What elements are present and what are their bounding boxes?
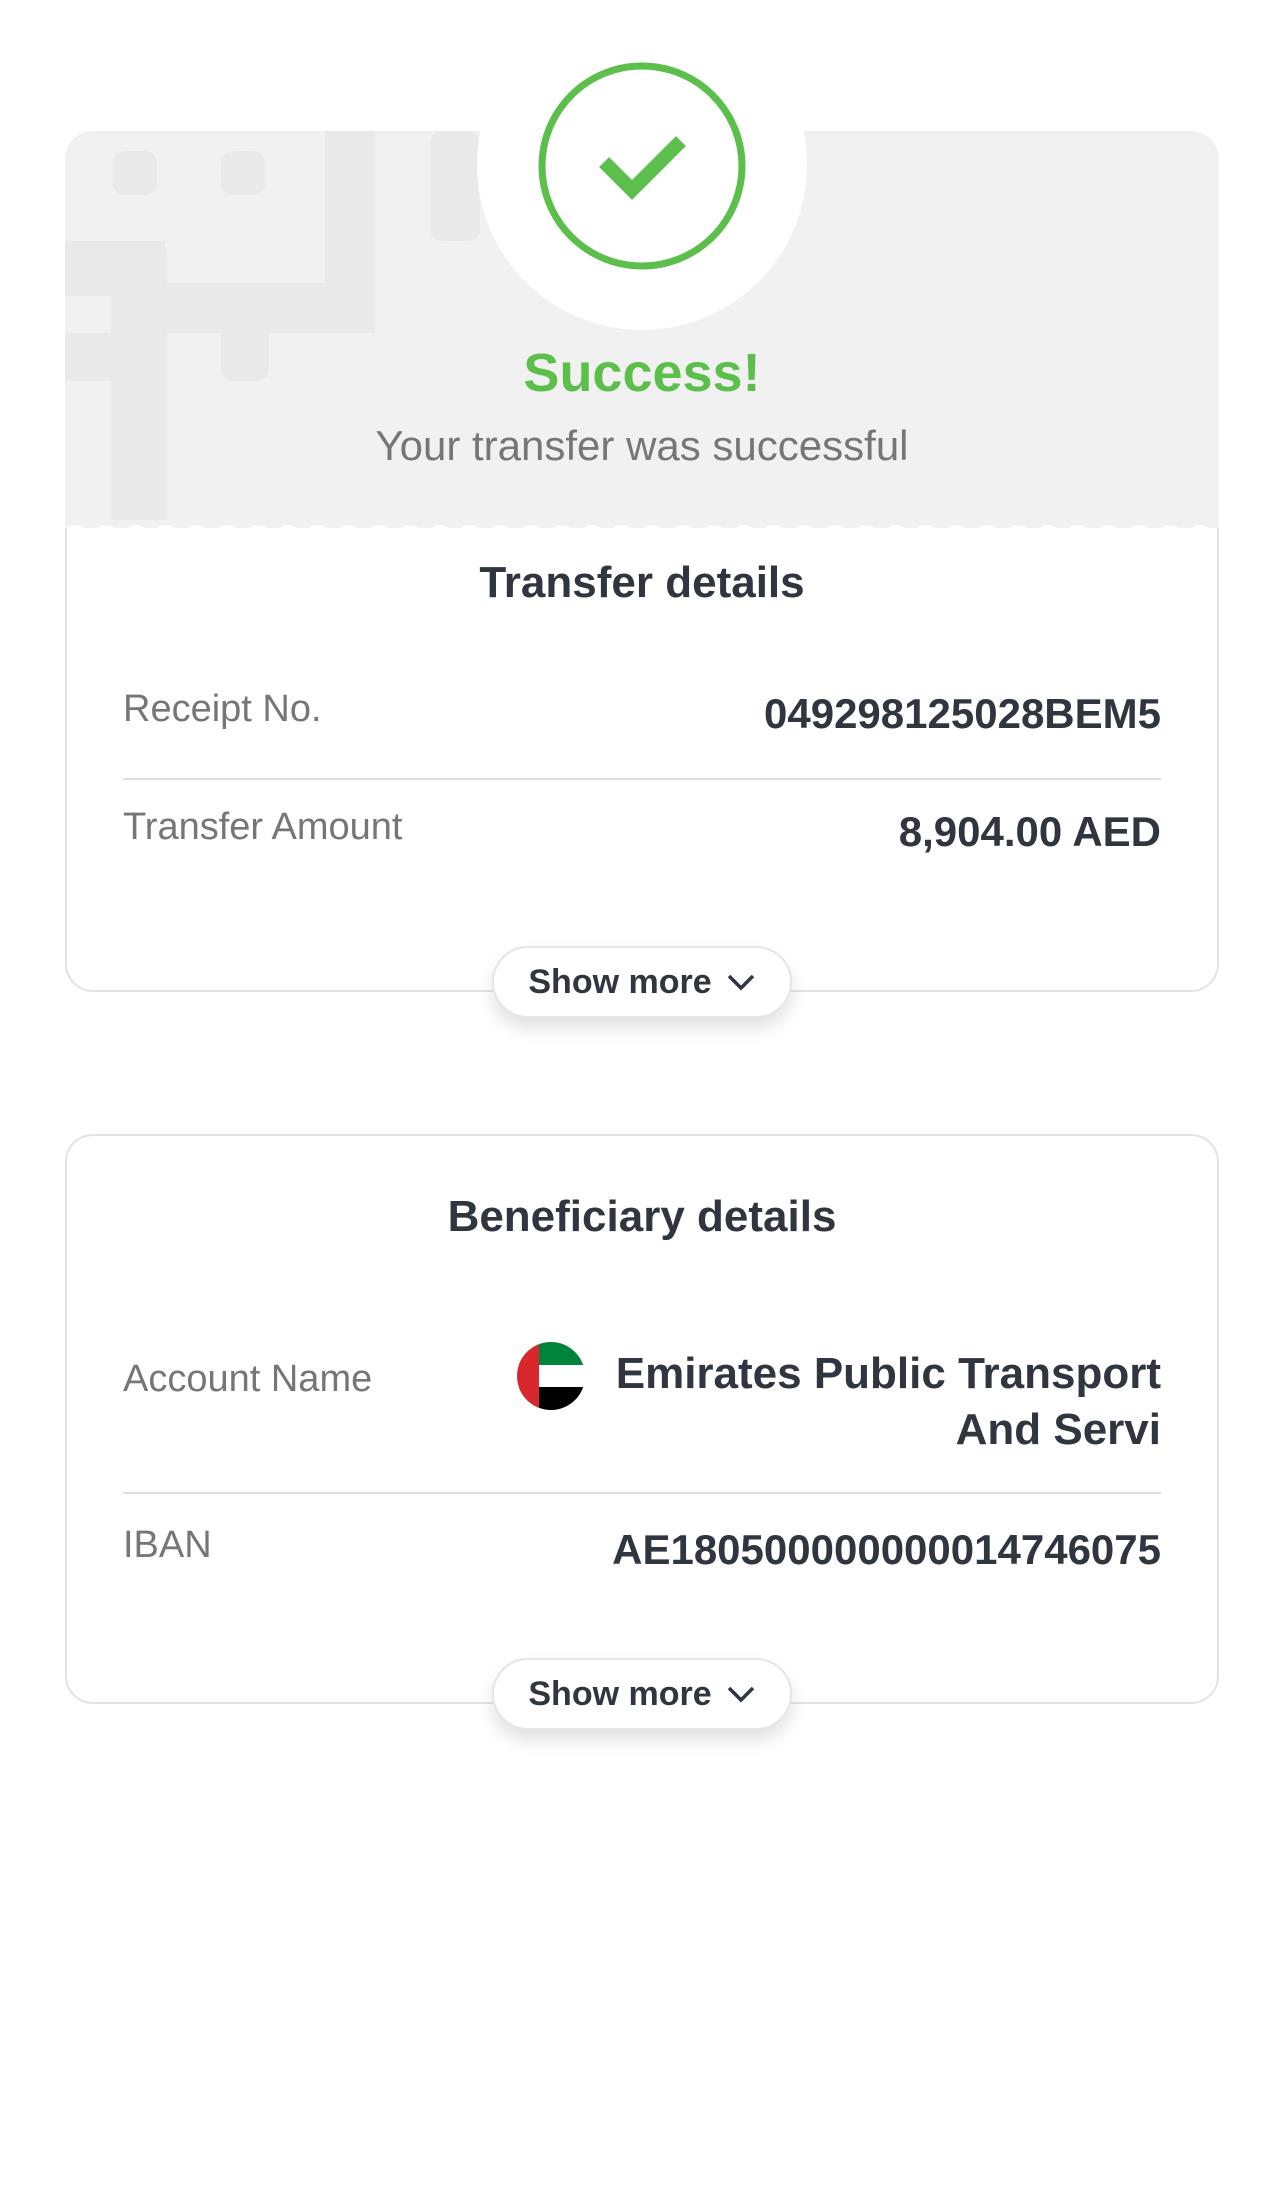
receipt-label: Receipt No. [123,688,322,730]
row-divider [123,1492,1161,1494]
transfer-details-title: Transfer details [479,558,805,607]
beneficiary-details-title: Beneficiary details [447,1192,837,1241]
amount-row: Transfer Amount 8,904.00 AED [123,806,1161,866]
uae-flag-icon [517,1342,585,1410]
success-subtitle: Your transfer was successful [375,422,909,469]
row-divider [123,778,1161,780]
amount-value: 8,904.00 AED [898,808,1161,855]
transfer-details-card: Transfer details Receipt No. 04929812502… [65,528,1219,992]
beneficiary-details-card: Beneficiary details Account Name Emirate… [65,1134,1219,1704]
account-name-label: Account Name [123,1358,373,1400]
show-more-label: Show more [528,962,712,1001]
receipt-value: 049298125028BEM5 [764,690,1161,737]
check-circle-icon [536,60,748,272]
iban-value: AE180500000000014746075 [612,1526,1161,1573]
chevron-down-icon [727,974,754,991]
show-more-label: Show more [528,1674,712,1713]
chevron-down-icon [727,1686,754,1703]
success-title: Success! [523,343,761,403]
beneficiary-show-more-button[interactable]: Show more [492,1658,792,1730]
iban-label: IBAN [123,1524,212,1566]
account-name-value: Emirates Public Transport And Servi [615,1349,1161,1454]
transfer-show-more-button[interactable]: Show more [492,946,792,1018]
receipt-row: Receipt No. 049298125028BEM5 [123,688,1161,748]
amount-label: Transfer Amount [123,806,403,848]
